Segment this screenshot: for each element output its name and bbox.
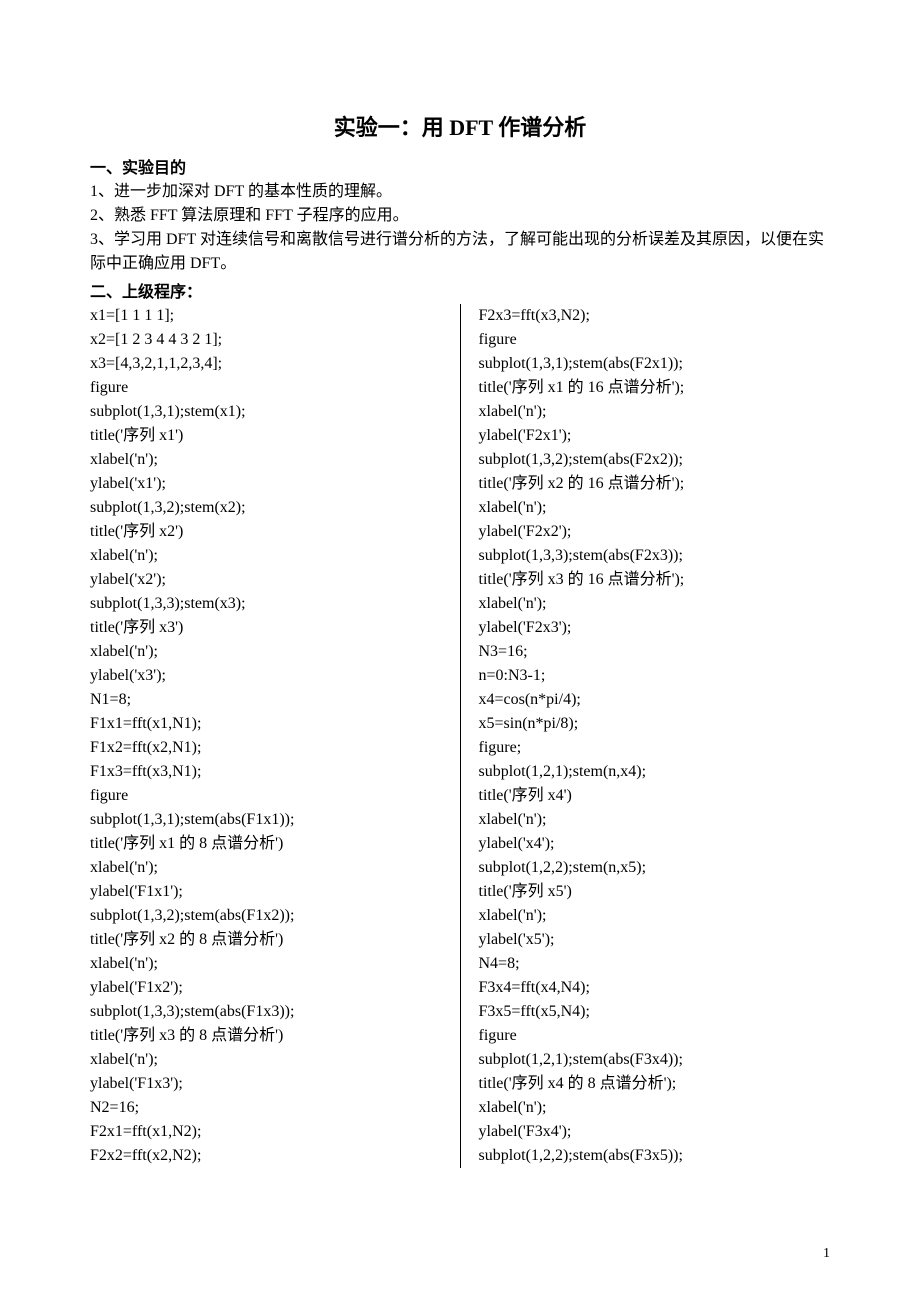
objective-1: 1、进一步加深对 DFT 的基本性质的理解。 bbox=[90, 180, 830, 204]
page-title: 实验一：用 DFT 作谱分析 bbox=[90, 110, 830, 142]
objective-2: 2、熟悉 FFT 算法原理和 FFT 子程序的应用。 bbox=[90, 204, 830, 228]
code-column-left: x1=[1 1 1 1]; x2=[1 2 3 4 4 3 2 1]; x3=[… bbox=[90, 304, 460, 1168]
section-program-heading: 二、上级程序： bbox=[90, 278, 830, 302]
page-number: 1 bbox=[823, 1246, 830, 1262]
document-page: 实验一：用 DFT 作谱分析 一、实验目的 1、进一步加深对 DFT 的基本性质… bbox=[0, 0, 920, 1208]
objective-3: 3、学习用 DFT 对连续信号和离散信号进行谱分析的方法，了解可能出现的分析误差… bbox=[90, 228, 830, 276]
code-columns: x1=[1 1 1 1]; x2=[1 2 3 4 4 3 2 1]; x3=[… bbox=[90, 304, 830, 1168]
section-objectives-heading: 一、实验目的 bbox=[90, 154, 830, 178]
code-column-right: F2x3=fft(x3,N2); figure subplot(1,3,1);s… bbox=[460, 304, 831, 1168]
